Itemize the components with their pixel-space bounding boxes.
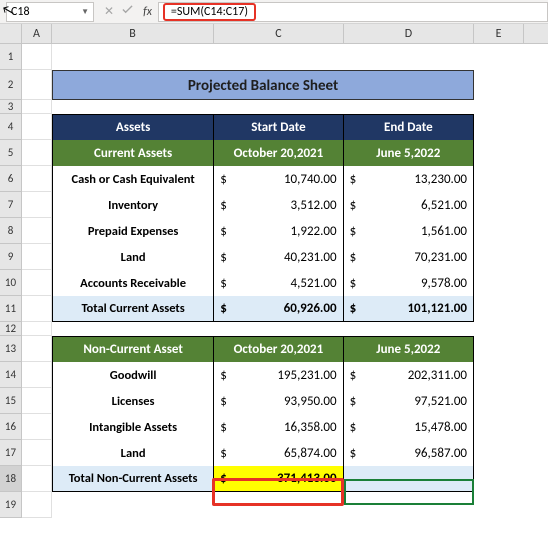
money-cell[interactable]: $202,311.00 (344, 362, 473, 388)
assets-table: Assets Start Date End Date (52, 114, 474, 140)
row-label[interactable]: Licenses (53, 388, 214, 414)
name-box[interactable]: C18 ▼ (6, 2, 94, 22)
row-header[interactable]: 13 (0, 336, 22, 362)
row-header[interactable]: 14 (0, 362, 22, 388)
date-d-header: June 5,2022 (344, 140, 473, 166)
total-d[interactable]: $101,121.00 (344, 296, 473, 321)
row-header[interactable]: 16 (0, 414, 22, 440)
assets-header: Assets (53, 115, 214, 140)
row-header[interactable]: 6 (0, 166, 22, 192)
date-c2-header: October 20,2021 (214, 337, 343, 362)
date-c-header: October 20,2021 (214, 140, 343, 166)
row-header[interactable]: 3 (0, 100, 22, 114)
col-header-D[interactable]: D (344, 24, 474, 43)
total-c[interactable]: $60,926.00 (214, 296, 343, 321)
row-label[interactable]: Land (53, 440, 214, 466)
enter-icon[interactable] (122, 4, 133, 19)
enddate-header: End Date (344, 115, 473, 140)
row-label[interactable]: Prepaid Expenses (53, 218, 214, 244)
row-header[interactable]: 7 (0, 192, 22, 218)
col-header-B[interactable]: B (52, 24, 214, 43)
money-cell[interactable]: $3,512.00 (214, 192, 343, 218)
row-label[interactable]: Goodwill (53, 362, 214, 388)
money-cell[interactable]: $70,231.00 (344, 244, 473, 270)
col-header-A[interactable]: A (22, 24, 52, 43)
money-cell[interactable]: $195,231.00 (214, 362, 343, 388)
row-header[interactable]: 9 (0, 244, 22, 270)
row-header[interactable]: 11 (0, 296, 22, 322)
money-cell[interactable]: $16,358.00 (214, 414, 343, 440)
money-cell[interactable]: $4,521.00 (214, 270, 343, 296)
money-cell[interactable]: $93,950.00 (214, 388, 343, 414)
fx-icon[interactable]: fx (143, 5, 158, 19)
row-header[interactable]: 2 (0, 70, 22, 100)
money-cell[interactable]: $40,231.00 (214, 244, 343, 270)
formula-text: =SUM(C14:C17) (163, 3, 256, 21)
money-cell[interactable]: $13,230.00 (344, 166, 473, 192)
row-label[interactable]: Accounts Receivable (53, 270, 214, 296)
col-header-E[interactable]: E (474, 24, 524, 43)
noncurrent-header: Non-Current Asset (53, 337, 214, 362)
formula-bar[interactable]: =SUM(C14:C17) (158, 2, 548, 22)
formula-buttons: ✕ (94, 4, 143, 19)
row-header[interactable]: 4 (0, 114, 22, 140)
money-cell[interactable]: $96,587.00 (344, 440, 473, 466)
row-header[interactable]: 19 (0, 492, 22, 518)
row-header[interactable]: 5 (0, 140, 22, 166)
date-d2-header: June 5,2022 (344, 337, 473, 362)
column-headers: A B C D E (0, 24, 548, 44)
money-cell[interactable]: $6,521.00 (344, 192, 473, 218)
col-header-C[interactable]: C (214, 24, 344, 43)
money-cell[interactable]: $65,874.00 (214, 440, 343, 466)
row-label[interactable]: Inventory (53, 192, 214, 218)
row-label[interactable]: Intangible Assets (53, 414, 214, 440)
formula-bar-row: C18 ▼ ✕ fx =SUM(C14:C17) (0, 0, 548, 24)
select-all-corner[interactable] (0, 24, 22, 43)
row-headers: 1 2 3 4 5 6 7 8 9 10 11 12 13 14 15 16 1… (0, 44, 22, 518)
cancel-icon[interactable]: ✕ (104, 4, 114, 19)
row-header[interactable]: 1 (0, 44, 22, 70)
total-d[interactable] (344, 466, 473, 491)
row-label[interactable]: Cash or Cash Equivalent (53, 166, 214, 192)
row-header[interactable]: 15 (0, 388, 22, 414)
money-cell[interactable]: $15,478.00 (344, 414, 473, 440)
row-header[interactable]: 8 (0, 218, 22, 244)
total-c[interactable]: $371,413.00 (214, 466, 343, 491)
row-label[interactable]: Land (53, 244, 214, 270)
current-assets-header: Current Assets (53, 140, 214, 166)
startdate-header: Start Date (214, 115, 343, 140)
name-box-dropdown-icon[interactable]: ▼ (81, 7, 89, 17)
row-header[interactable]: 12 (0, 322, 22, 336)
money-cell[interactable]: $1,561.00 (344, 218, 473, 244)
money-cell[interactable]: $9,578.00 (344, 270, 473, 296)
grid: 1 2 3 4 5 6 7 8 9 10 11 12 13 14 15 16 1… (0, 44, 548, 518)
money-cell[interactable]: $1,922.00 (214, 218, 343, 244)
total-label[interactable]: Total Non-Current Assets (53, 466, 214, 491)
row-header[interactable]: 18 (0, 466, 22, 492)
row-header[interactable]: 17 (0, 440, 22, 466)
money-cell[interactable]: $97,521.00 (344, 388, 473, 414)
total-label[interactable]: Total Current Assets (53, 296, 214, 321)
sheet-title: Projected Balance Sheet (52, 70, 474, 100)
money-cell[interactable]: $10,740.00 (214, 166, 343, 192)
row-header[interactable]: 10 (0, 270, 22, 296)
cells-area[interactable]: Projected Balance Sheet Assets Start Dat… (22, 44, 548, 518)
